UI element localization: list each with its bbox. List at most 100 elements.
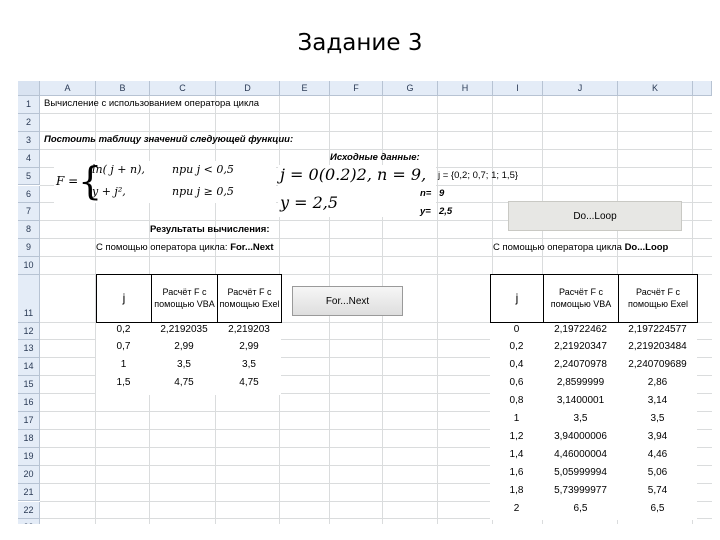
row-header-10[interactable]: 10 — [18, 257, 40, 275]
cell-h9-bold: Do...Loop — [624, 242, 669, 253]
table-cell: 2 — [513, 502, 520, 514]
table-cell: 3,5 — [177, 359, 191, 371]
table-cell: 5,05999994 — [554, 466, 607, 478]
table-cell: 2,240709689 — [628, 359, 687, 371]
grid-line-col — [437, 96, 438, 524]
table-header-cell: j — [96, 274, 152, 323]
table-cell: 3,5 — [573, 413, 588, 424]
table-cell: 2,8599999 — [556, 377, 605, 389]
column-header-i[interactable]: I — [493, 81, 543, 96]
column-header-f[interactable]: F — [330, 81, 383, 96]
table-header-cell: j — [490, 274, 544, 323]
row-header-13[interactable]: 13 — [18, 340, 40, 359]
table-cell: 3,5 — [242, 359, 256, 371]
grid-line-row — [40, 238, 712, 240]
table-cell: 2,19722462 — [554, 323, 607, 335]
table-cell: 2,99 — [239, 341, 259, 353]
table-cell: 1,4 — [509, 448, 524, 460]
column-header-b[interactable]: B — [96, 81, 150, 96]
row-header-16[interactable]: 16 — [18, 394, 40, 412]
row-header-20[interactable]: 20 — [18, 465, 40, 484]
table-cell: 3,5 — [650, 413, 665, 424]
row-header-17[interactable]: 17 — [18, 412, 40, 430]
row-header-8[interactable]: 8 — [18, 221, 40, 240]
column-header-k[interactable]: K — [618, 81, 693, 96]
formula-j-range: j = 0(0.2)2, n = 9, — [280, 165, 427, 184]
table-cell: 6,5 — [650, 502, 665, 514]
results-table-for-next: j Расчёт F с помощью VBA Расчёт F с помощь… — [96, 274, 282, 396]
row-header-21[interactable]: 21 — [18, 483, 40, 502]
column-header-e[interactable]: E — [280, 81, 330, 96]
row-header-4[interactable]: 4 — [18, 149, 40, 168]
table-cell: 2,21920347 — [554, 341, 607, 353]
row-header-12[interactable]: 12 — [18, 322, 40, 341]
table-cell: 3,14 — [647, 395, 668, 407]
slide-title: Задание 3 — [297, 30, 423, 56]
cell-a1-heading: Вычисление с использованием оператора ци… — [44, 98, 260, 109]
row-header-3[interactable]: 3 — [18, 131, 40, 150]
formula-function-definition: F = { ln( j + n), при j < 0,5 y + j², пр… — [54, 159, 276, 203]
row-header-22[interactable]: 22 — [18, 501, 40, 520]
table-cell: 6,5 — [573, 502, 588, 514]
table-cell: 2,2192035 — [160, 323, 208, 335]
table-cell: 0,6 — [509, 377, 524, 389]
table-cell: 2,99 — [174, 341, 194, 353]
formula-case1-expr: ln( j + n), — [92, 163, 145, 176]
grid-line-row — [40, 148, 712, 150]
table-header-cell: Расчёт F с помощью Exel — [217, 274, 282, 323]
table-cell: 0,7 — [116, 341, 131, 353]
table-cell: 1,8 — [509, 484, 524, 496]
table-cell: 5,74 — [647, 484, 668, 496]
column-header-d[interactable]: D — [216, 81, 280, 96]
do-loop-button[interactable]: Do...Loop — [508, 201, 682, 231]
table-cell: 4,46000004 — [554, 448, 607, 460]
cell-n-value: 9 — [439, 188, 445, 199]
column-header-a[interactable]: A — [40, 81, 96, 96]
grid-line-row — [40, 112, 712, 114]
cell-a9-prefix: С помощью оператора цикла: — [96, 242, 231, 253]
row-header-1[interactable]: 1 — [18, 96, 40, 114]
row-header-15[interactable]: 15 — [18, 376, 40, 395]
table-cell: 0,4 — [509, 359, 524, 371]
column-header-h[interactable]: H — [438, 81, 493, 96]
cell-a3-task: Постоить таблицу значений следующей функ… — [44, 134, 294, 145]
column-header-g[interactable]: G — [383, 81, 438, 96]
row-header-7[interactable]: 7 — [18, 203, 40, 222]
cell-y-label: y= — [420, 206, 431, 217]
row-header-6[interactable]: 6 — [18, 185, 40, 204]
for-next-button[interactable]: For...Next — [292, 286, 403, 316]
cell-e4-source-data: Исходные данные: — [330, 152, 420, 163]
results-table-do-loop: j Расчёт F с помощью VBA Расчёт F с помощь… — [490, 274, 698, 521]
row-header-23[interactable]: 23 — [18, 519, 40, 524]
table-header-cell: Расчёт F с помощью Exel — [618, 274, 698, 323]
row-header-11[interactable]: 11 — [18, 275, 40, 323]
select-all-corner[interactable] — [18, 81, 40, 96]
table-cell: 3,94 — [647, 430, 668, 442]
formula-f-label: F = — [56, 174, 79, 188]
cell-h9-do-loop: С помощью оператора цикла Do...Loop — [493, 242, 668, 253]
table-header-cell: Расчёт F с помощью VBA — [151, 274, 218, 323]
table-cell: 0 — [513, 323, 520, 335]
table-header-cell: Расчёт F с помощью VBA — [543, 274, 619, 323]
spreadsheet[interactable]: ABCDEFGHIJK 1 2 3 4 5 6 7 8 9 10 11 12 13 14 15 16 17 18 1… — [18, 81, 712, 524]
table-cell: 3,1400001 — [556, 395, 605, 407]
row-header-2[interactable]: 2 — [18, 113, 40, 132]
column-header-c[interactable]: C — [150, 81, 216, 96]
table-cell: 2,86 — [647, 377, 668, 389]
table-cell: 0,2 — [116, 323, 131, 335]
row-header-14[interactable]: 14 — [18, 358, 40, 377]
row-header-9[interactable]: 9 — [18, 239, 40, 258]
table-cell: 1 — [120, 359, 127, 371]
table-cell: 4,75 — [174, 377, 194, 389]
formula-y-value: y = 2,5 — [280, 193, 339, 212]
column-header-j[interactable]: J — [543, 81, 618, 96]
table-cell: 1,5 — [116, 377, 131, 389]
row-header-19[interactable]: 19 — [18, 447, 40, 466]
column-header-filler — [693, 81, 712, 96]
table-cell: 2,197224577 — [628, 323, 687, 335]
table-cell: 5,06 — [647, 466, 668, 478]
cell-h9-prefix: С помощью оператора цикла — [493, 242, 625, 253]
row-header-5[interactable]: 5 — [18, 167, 40, 186]
row-header-18[interactable]: 18 — [18, 429, 40, 448]
table-cell: 3,94000006 — [554, 430, 607, 442]
